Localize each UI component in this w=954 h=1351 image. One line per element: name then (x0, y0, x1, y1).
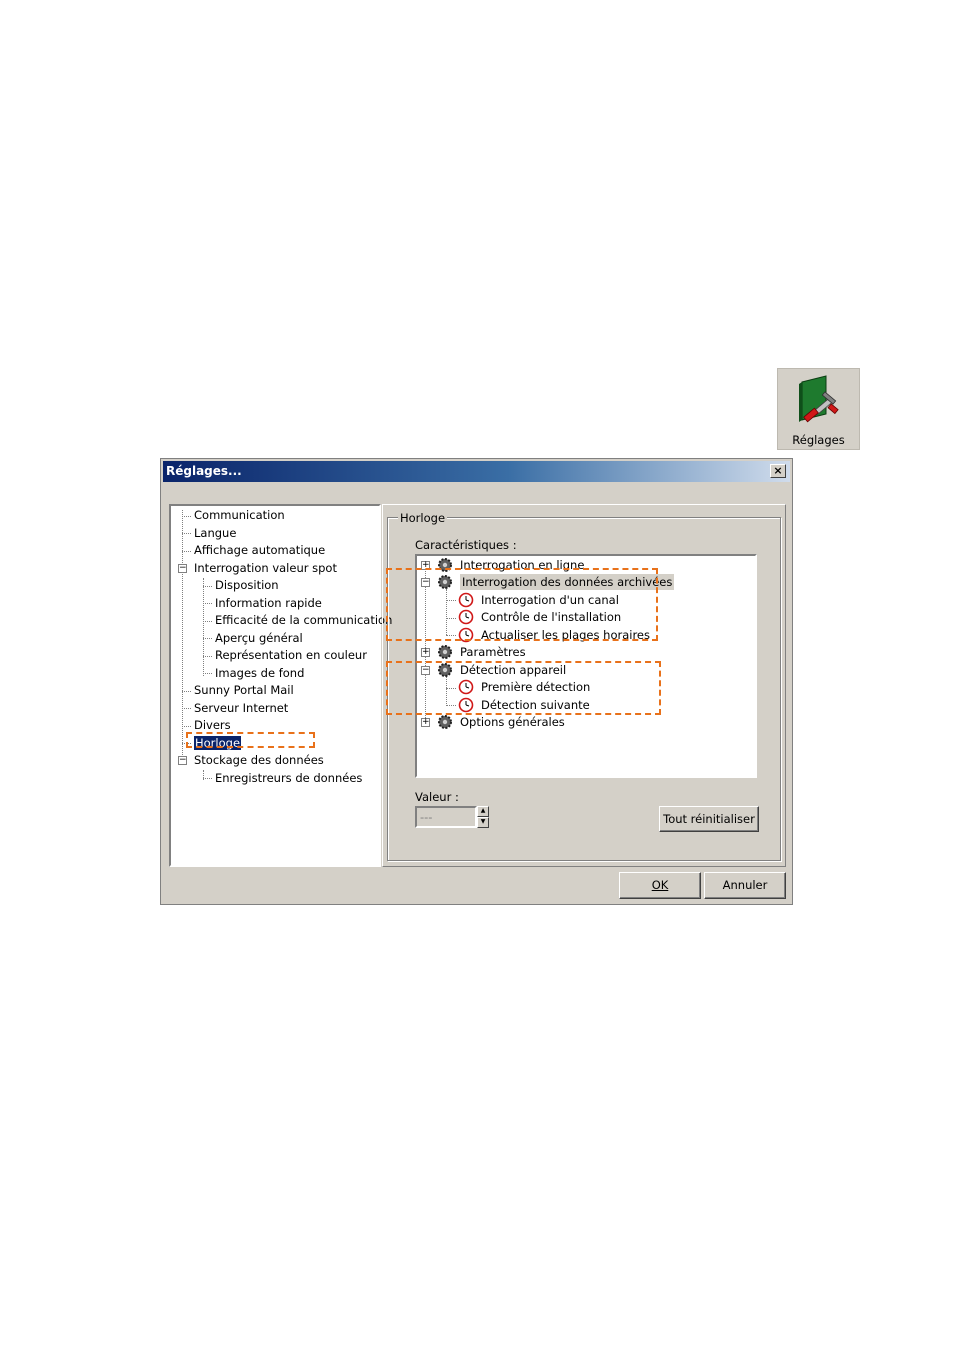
gear-icon (438, 715, 452, 729)
tree-connector (182, 516, 191, 517)
tree-connector (203, 673, 212, 674)
nav-item-divers[interactable]: Divers (194, 717, 231, 733)
tree-connector (203, 621, 212, 622)
tree-connector (182, 533, 191, 534)
tree-connector (203, 656, 212, 657)
features-label: Caractéristiques : (415, 538, 517, 552)
collapse-icon[interactable]: − (178, 756, 187, 765)
nav-item-sunny-portal-mail[interactable]: Sunny Portal Mail (194, 682, 294, 698)
collapse-icon[interactable]: − (178, 564, 187, 573)
feature-options-generales[interactable]: Options générales (460, 714, 565, 730)
tree-connector (182, 551, 191, 552)
highlight-device-detection (386, 661, 661, 715)
nav-item-serveur-internet[interactable]: Serveur Internet (194, 700, 288, 716)
nav-item-enregistreurs-donnees[interactable]: Enregistreurs de données (215, 770, 362, 786)
tree-connector (203, 586, 212, 587)
spin-up-icon[interactable]: ▲ (477, 806, 489, 817)
expand-icon[interactable]: + (421, 648, 430, 657)
nav-item-stockage-donnees[interactable]: Stockage des données (194, 752, 324, 768)
nav-item-affichage-automatique[interactable]: Affichage automatique (194, 542, 325, 558)
settings-folder-icon (799, 375, 839, 423)
cancel-button[interactable]: Annuler (704, 872, 786, 899)
feature-parametres[interactable]: Paramètres (460, 644, 526, 660)
reglages-app-icon[interactable]: Réglages (777, 368, 860, 450)
tree-connector (182, 691, 191, 692)
nav-item-communication[interactable]: Communication (194, 507, 285, 523)
highlight-archived-data (386, 568, 658, 641)
tree-connector (203, 603, 212, 604)
spin-down-icon[interactable]: ▼ (477, 817, 489, 828)
nav-item-disposition[interactable]: Disposition (215, 577, 279, 593)
expand-icon[interactable]: + (421, 718, 430, 727)
nav-item-efficacite-communication[interactable]: Efficacité de la communication (215, 612, 392, 628)
title-bar[interactable]: Réglages... × (163, 461, 790, 482)
highlight-horloge (186, 732, 315, 748)
tree-connector (182, 708, 191, 709)
dialog-title: Réglages... (166, 464, 242, 478)
settings-nav-tree[interactable]: Communication Langue Affichage automatiq… (169, 504, 392, 867)
nav-item-langue[interactable]: Langue (194, 525, 236, 541)
tree-connector (203, 638, 212, 639)
app-icon-label: Réglages (792, 433, 845, 447)
gear-icon (438, 645, 452, 659)
nav-item-representation-couleur[interactable]: Représentation en couleur (215, 647, 367, 663)
tree-connector (203, 778, 212, 779)
spinner-arrows[interactable]: ▲ ▼ (477, 806, 489, 828)
nav-item-information-rapide[interactable]: Information rapide (215, 595, 322, 611)
close-button[interactable]: × (770, 464, 786, 478)
tree-connector (203, 578, 204, 676)
group-title: Horloge (398, 511, 448, 525)
value-field[interactable]: --- (415, 806, 477, 828)
ok-button[interactable]: OK (619, 872, 701, 899)
nav-item-apercu-general[interactable]: Aperçu général (215, 630, 303, 646)
reset-all-button[interactable]: Tout réinitialiser (659, 806, 759, 832)
nav-item-interrogation-valeur-spot[interactable]: Interrogation valeur spot (194, 560, 337, 576)
tree-connector (182, 726, 191, 727)
nav-item-images-de-fond[interactable]: Images de fond (215, 665, 304, 681)
value-spinner[interactable]: --- ▲ ▼ (415, 806, 489, 828)
value-label: Valeur : (415, 790, 459, 804)
